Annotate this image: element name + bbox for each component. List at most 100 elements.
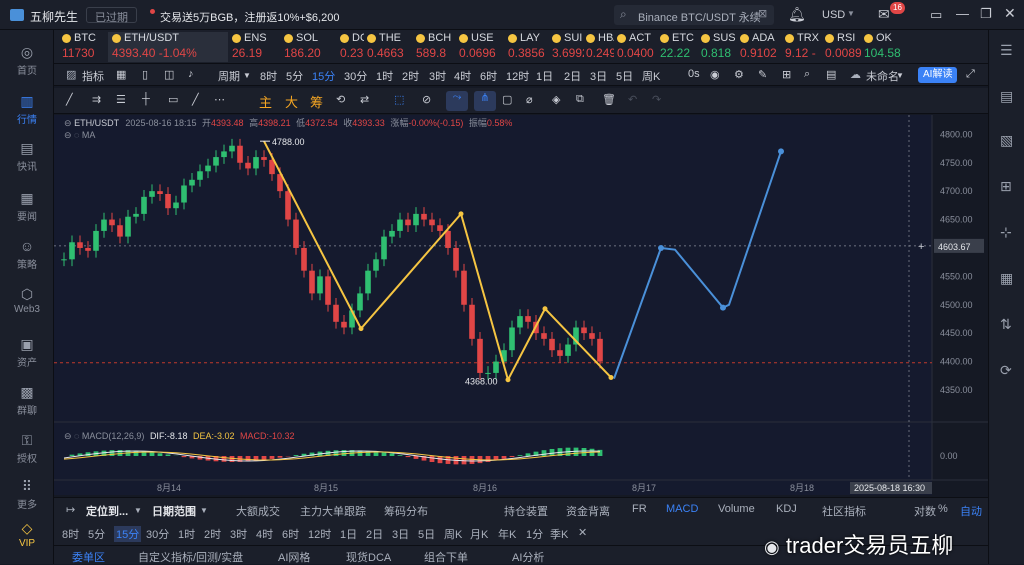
parallel-lines-icon[interactable]: ☰ — [116, 93, 126, 106]
select-icon[interactable]: ⬚ — [394, 93, 404, 106]
settings-icon[interactable]: ⚙ — [734, 68, 744, 81]
minimize-icon[interactable]: ▭ — [930, 7, 942, 23]
ticker-item[interactable]: DOGE 0.2311 — [340, 32, 364, 62]
chips-button[interactable]: 筹 — [310, 92, 323, 111]
replay-icon[interactable]: ⟲ — [336, 93, 345, 106]
ticker-item[interactable]: LAY 0.3856 — [508, 32, 550, 62]
eye-icon[interactable]: ⌀ — [526, 93, 533, 106]
nav-chat[interactable]: ▩ 群聊 — [0, 384, 54, 417]
ticker-item[interactable]: USE 0.0696 — [459, 32, 505, 62]
ticker-item[interactable]: TRX 9.12 - — [785, 32, 821, 62]
search-input[interactable]: Binance BTC/USDT 永续 — [638, 9, 761, 25]
period-option[interactable]: 8时 — [260, 68, 277, 84]
footer-spot-dca[interactable]: 现货DCA — [346, 549, 391, 565]
ma-legend[interactable]: ⊖ ◌ MA — [64, 130, 95, 141]
bottom-tab[interactable]: FR — [632, 503, 647, 515]
period-option[interactable]: 2时 — [402, 68, 419, 84]
bottom-period-option[interactable]: 8时 — [62, 526, 79, 542]
bottom-tab[interactable]: Volume — [718, 503, 755, 515]
nav-vip[interactable]: ◇ VIP — [0, 520, 54, 549]
indicators-button[interactable]: 指标 — [82, 68, 104, 84]
bottom-period-option[interactable]: 3日 — [392, 526, 409, 542]
footer-custom-indicators[interactable]: 自定义指标/回测/实盘 — [138, 549, 243, 565]
redo-icon[interactable]: ↷ — [652, 93, 661, 106]
magnet-icon[interactable]: ⋔ — [474, 91, 496, 111]
ticker-item[interactable]: ETC 22.22 — [660, 32, 698, 62]
ticker-item[interactable]: BCH 589.8 — [416, 32, 456, 62]
nav-home[interactable]: ◎ 首页 — [0, 44, 54, 77]
close-icon[interactable]: ✕ — [1004, 5, 1016, 22]
calendar-icon[interactable]: ▦ — [116, 68, 126, 81]
collapse-icon[interactable]: ⊖ — [64, 118, 72, 128]
horizontal-line-icon[interactable]: ┼ — [142, 93, 150, 105]
trash-icon[interactable]: 🗑︎ — [602, 93, 616, 106]
bottom-tab[interactable]: 大额成交 — [236, 503, 280, 519]
ticker-item[interactable]: SUS 0.818 — [701, 32, 737, 62]
bottom-tab[interactable]: 筹码分布 — [384, 503, 428, 519]
footer-ai-grid[interactable]: AI网格 — [278, 549, 310, 565]
period-option[interactable]: 5分 — [286, 68, 303, 84]
sound-icon[interactable]: ♪ — [188, 68, 194, 80]
expired-badge[interactable]: 已过期 — [86, 7, 137, 24]
nav-market[interactable]: ▥ 行情 — [0, 93, 54, 126]
indicator-icon[interactable]: ▨ — [66, 68, 76, 81]
mail-icon[interactable]: ✉ — [878, 6, 890, 23]
bottom-tab[interactable]: KDJ — [776, 503, 797, 515]
footer-ai-analysis[interactable]: AI分析 — [512, 549, 544, 565]
date-range-button[interactable]: 日期范围 — [152, 503, 196, 519]
ticker-item[interactable]: ADA 0.9102 — [740, 32, 782, 62]
cloud-icon[interactable]: ☁ — [850, 68, 861, 81]
bottom-period-option[interactable]: 1分 — [526, 526, 543, 542]
camera-icon[interactable]: ◉ — [710, 68, 720, 81]
currency-select[interactable]: USD — [822, 9, 845, 21]
macd-toggle-icon[interactable]: ⊖ ◌ — [64, 431, 82, 441]
period-option[interactable]: 3日 — [590, 68, 607, 84]
more-tools-icon[interactable]: ⋯ — [214, 93, 225, 106]
ticker-item[interactable]: SOL 186.20 — [284, 32, 336, 62]
period-option[interactable]: 5日 — [616, 68, 633, 84]
ticker-item[interactable]: BTC 11730 — [62, 32, 106, 62]
search-indicator-icon[interactable]: ⌕ — [804, 68, 810, 81]
brush-icon[interactable]: ╱ — [192, 93, 199, 106]
chart-style-icon[interactable]: ◫ — [164, 68, 174, 81]
layers-icon[interactable]: ◈ — [552, 93, 560, 106]
period-option[interactable]: 30分 — [344, 68, 367, 84]
ticker-item[interactable]: SUI 3.6992 — [552, 32, 584, 62]
bottom-tab[interactable]: 对数 — [914, 503, 936, 519]
candle-type-icon[interactable]: ▯ — [142, 68, 148, 81]
bottom-period-option[interactable]: 5日 — [418, 526, 435, 542]
chart-area[interactable]: 4800.004750.004700.004650.004600.004550.… — [54, 115, 988, 495]
bottom-tab[interactable]: 社区指标 — [822, 503, 866, 519]
draw-active-icon[interactable]: ⤳ — [446, 91, 468, 111]
layout-name[interactable]: 未命名 — [866, 68, 899, 84]
nav-more[interactable]: ⠿ 更多 — [0, 478, 54, 511]
footer-orders[interactable]: 委单区 — [72, 549, 105, 565]
list-icon[interactable]: ☰ — [1000, 42, 1013, 59]
big-button[interactable]: 大 — [285, 92, 298, 111]
ai-interpret-button[interactable]: AI解读 — [918, 67, 958, 83]
ticker-item[interactable]: ACT 0.0400 — [617, 32, 657, 62]
period-option[interactable]: 周K — [642, 68, 660, 84]
undo-icon[interactable]: ↶ — [628, 93, 637, 106]
bottom-period-option[interactable]: 1日 — [340, 526, 357, 542]
period-option[interactable]: 4时 — [454, 68, 471, 84]
lock-icon[interactable]: ▢ — [502, 93, 512, 106]
ticker-item[interactable]: ENS 26.19 — [232, 32, 280, 62]
bottom-period-option[interactable]: 6时 — [282, 526, 299, 542]
layout-grid-icon[interactable]: ⊞ — [1000, 178, 1012, 195]
nav-flash[interactable]: ▤ 快讯 — [0, 140, 54, 173]
grid-icon[interactable]: ⊞ — [782, 68, 791, 81]
locate-button[interactable]: 定位到... — [86, 503, 128, 519]
bottom-tab[interactable]: MACD — [666, 503, 698, 515]
promo-text[interactable]: 交易送5万BGB，注册返10%+$6,200 — [160, 9, 339, 25]
refresh-icon[interactable]: ⟳ — [1000, 362, 1012, 379]
bottom-period-option[interactable]: 12时 — [308, 526, 331, 542]
trade-icon[interactable]: ▦ — [1000, 270, 1013, 287]
bottom-period-option[interactable]: 周K — [444, 526, 462, 542]
copy-icon[interactable]: ⧉ — [576, 93, 584, 106]
ticker-item[interactable]: OK 104.58 — [864, 32, 910, 62]
bottom-tab[interactable]: 持仓装置 — [504, 503, 548, 519]
period-option[interactable]: 12时 — [506, 68, 529, 84]
compare-icon[interactable]: ⇄ — [360, 93, 369, 106]
bottom-period-option[interactable]: 2时 — [204, 526, 221, 542]
